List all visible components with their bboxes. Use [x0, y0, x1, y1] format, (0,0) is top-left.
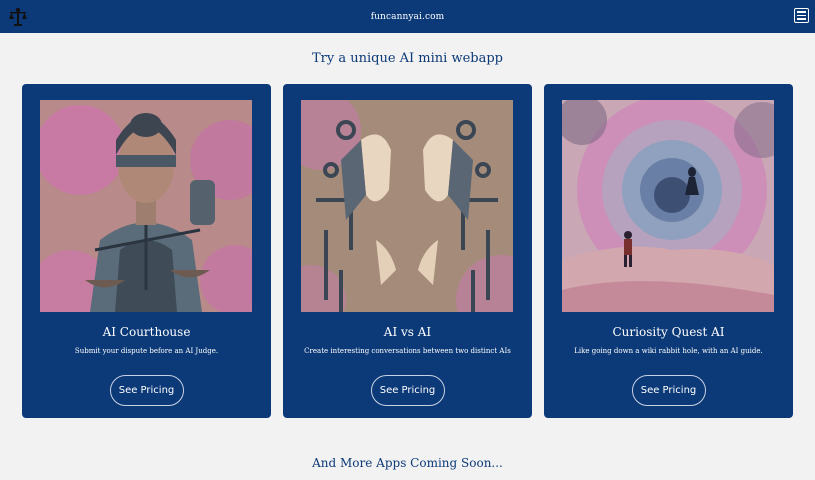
- page-heading: Try a unique AI mini webapp: [311, 51, 503, 66]
- coming-soon-text: And More Apps Coming Soon...: [312, 456, 503, 470]
- app-card-ai-vs-ai[interactable]: AI vs AI Create interesting conversation…: [283, 84, 532, 418]
- app-card-ai-courthouse[interactable]: AI Courthouse Submit your dispute before…: [22, 84, 271, 418]
- ai-vs-ai-image[interactable]: [301, 100, 513, 312]
- card-description: Create interesting conversations between…: [304, 347, 511, 355]
- site-name[interactable]: funcannyai.com: [371, 12, 445, 22]
- hamburger-menu-icon[interactable]: [794, 8, 809, 23]
- card-title: AI Courthouse: [102, 325, 191, 339]
- card-description: Like going down a wiki rabbit hole, with…: [574, 347, 763, 355]
- app-card-curiosity-quest-ai[interactable]: Curiosity Quest AI Like going down a wik…: [544, 84, 793, 418]
- top-navbar: funcannyai.com: [0, 0, 815, 33]
- card-title: AI vs AI: [383, 325, 432, 339]
- see-pricing-button[interactable]: See Pricing: [109, 375, 184, 406]
- see-pricing-button[interactable]: See Pricing: [631, 375, 706, 406]
- curiosity-quest-image[interactable]: [562, 100, 774, 312]
- card-title: Curiosity Quest AI: [612, 325, 725, 339]
- see-pricing-button[interactable]: See Pricing: [370, 375, 445, 406]
- ai-courthouse-image[interactable]: [40, 100, 252, 312]
- scales-icon[interactable]: [7, 7, 29, 27]
- card-description: Submit your dispute before an AI Judge.: [74, 347, 219, 355]
